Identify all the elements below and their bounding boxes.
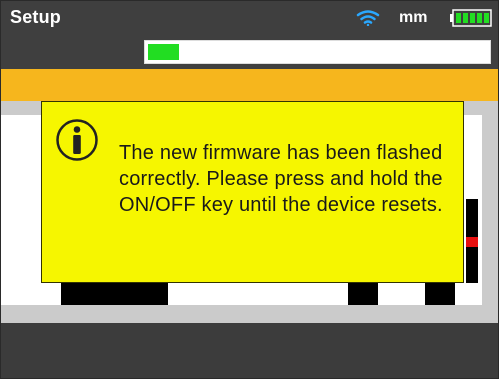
status-bar: Setup mm: [1, 1, 498, 69]
bottom-bar: [1, 323, 498, 378]
firmware-message-dialog[interactable]: The new firmware has been flashed correc…: [41, 101, 464, 283]
unit-label: mm: [399, 9, 428, 26]
accent-strip: [1, 69, 498, 101]
dialog-message: The new firmware has been flashed correc…: [119, 142, 443, 216]
wifi-icon: [356, 10, 380, 26]
background-block: [425, 283, 455, 305]
screen-title: Setup: [10, 7, 62, 27]
background-block: [348, 283, 378, 305]
firmware-progress-bar: [144, 40, 491, 64]
device-screen: Setup mm The new firmware has been flash…: [0, 0, 499, 379]
info-icon: [56, 119, 98, 161]
background-block: [61, 283, 168, 305]
progress-fill: [148, 44, 179, 60]
battery-full-icon: [450, 9, 492, 27]
background-marker: [466, 237, 478, 247]
